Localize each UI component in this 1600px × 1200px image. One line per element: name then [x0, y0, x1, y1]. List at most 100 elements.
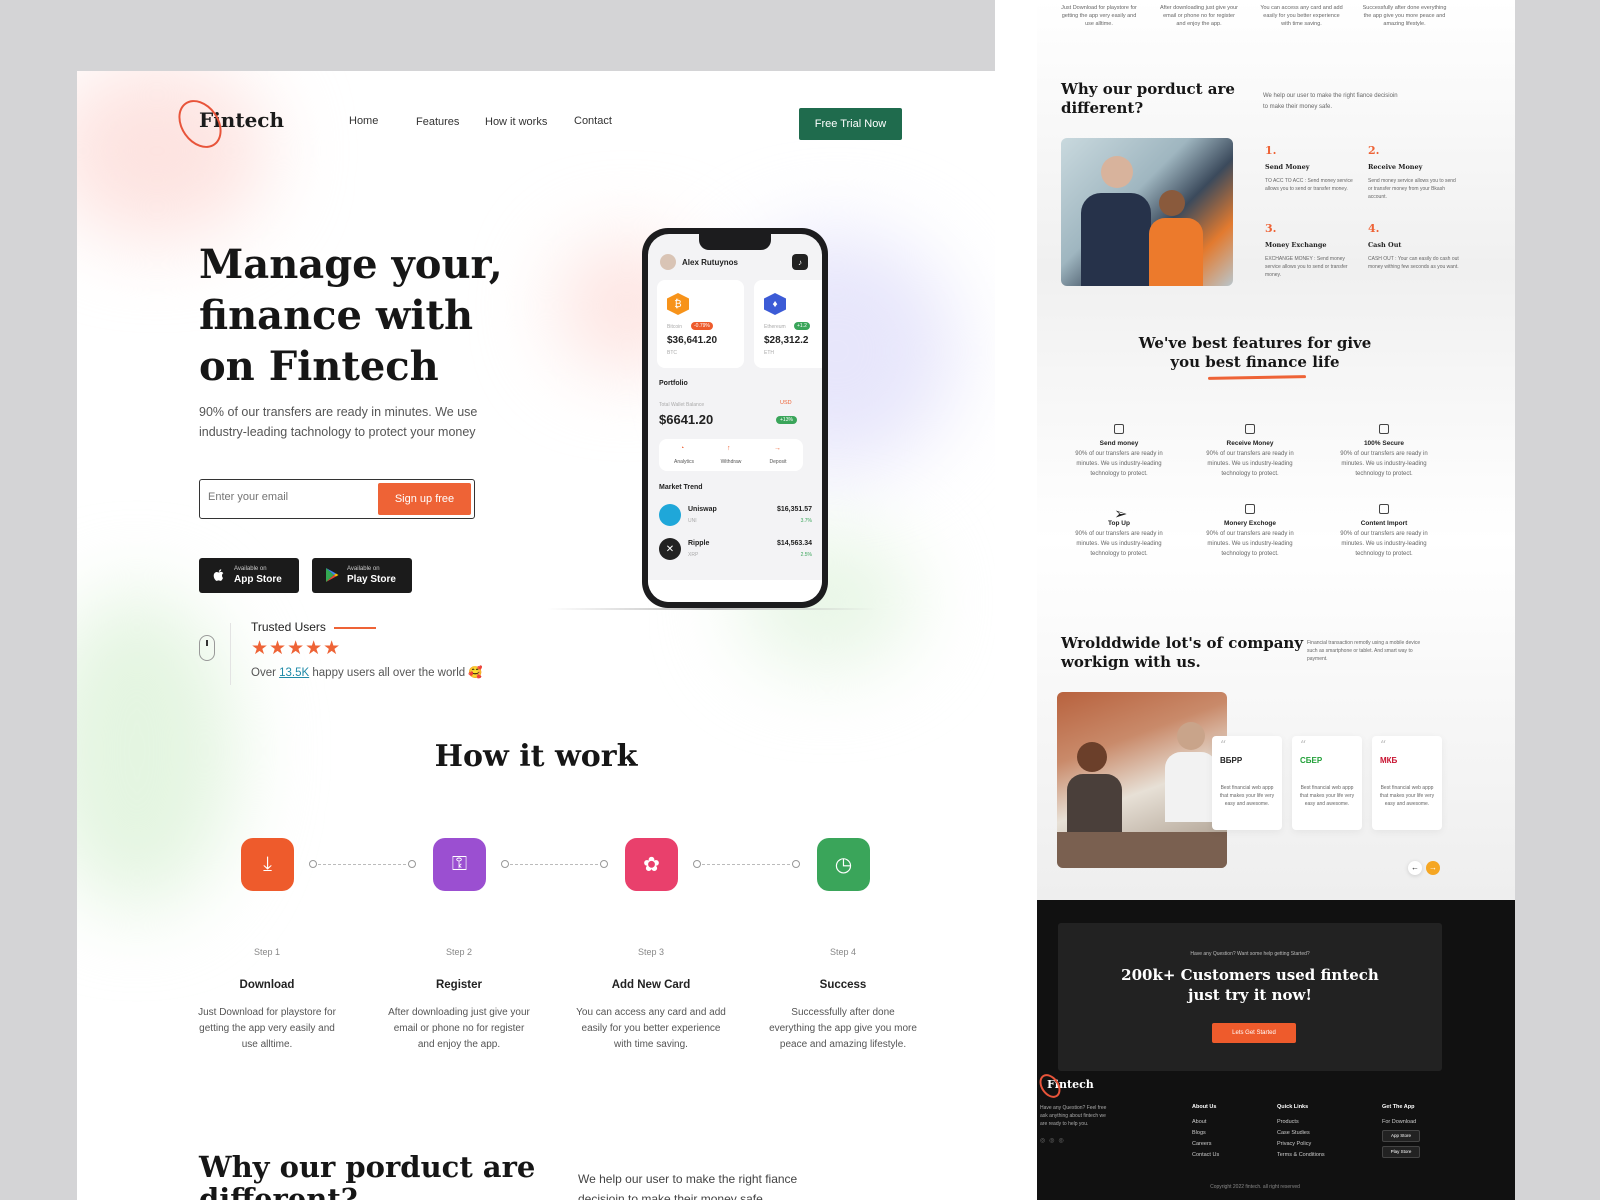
- store-caption: Available on: [347, 566, 380, 572]
- footer-link[interactable]: About: [1192, 1117, 1219, 1128]
- footer-link[interactable]: Terms & Conditions: [1277, 1150, 1325, 1161]
- worldwide-subtitle: Financial transaction remotly using a mo…: [1307, 640, 1421, 662]
- feature-receive-money: Receive Money 90% of our transfers are re…: [1195, 424, 1305, 479]
- testimonial-card[interactable]: “ ВБРР Best financial web appp that make…: [1212, 736, 1282, 830]
- deposit-icon: →: [774, 445, 781, 452]
- nav-how-it-works[interactable]: How it works: [485, 116, 547, 128]
- service-send-money: 1. Send Money TO ACC TO ACC : Send money…: [1265, 144, 1355, 193]
- cta-banner: Have any Question? Want some help gettin…: [1058, 923, 1442, 1071]
- free-trial-button[interactable]: Free Trial Now: [799, 108, 902, 140]
- uniswap-icon: [659, 504, 681, 526]
- footer-app-store-button[interactable]: App Store: [1382, 1130, 1420, 1142]
- why-subtitle: We help our user to make the right fianc…: [578, 1172, 798, 1200]
- nav-features[interactable]: Features: [416, 116, 459, 128]
- phone-tab-bar: [648, 580, 822, 602]
- service-number: 3.: [1265, 222, 1277, 235]
- footer-link[interactable]: Products: [1277, 1117, 1325, 1128]
- service-number: 1.: [1265, 144, 1277, 157]
- currency-select[interactable]: USD: [780, 400, 792, 406]
- avatar[interactable]: [660, 254, 676, 270]
- why-title-line: different?: [1061, 99, 1144, 117]
- company-logo: МКБ: [1380, 756, 1398, 765]
- footer-link[interactable]: Blogs: [1192, 1128, 1219, 1139]
- footer-link[interactable]: Contact Us: [1192, 1150, 1219, 1161]
- why-title-line: Why our porduct are: [1061, 80, 1235, 98]
- bitcoin-icon: ₿: [667, 293, 689, 315]
- footer-logo[interactable]: Fintech: [1035, 1070, 1094, 1102]
- prev-arrow-icon[interactable]: ←: [1408, 861, 1422, 875]
- rating-stars: ★★★★★: [251, 638, 342, 659]
- step-number: Step 1: [253, 947, 281, 957]
- features-title-line: We've best features for give: [1138, 334, 1372, 352]
- step-connector: [505, 864, 603, 865]
- quick-actions: Analytics Withdraw Deposit ◔ ↑ →: [659, 439, 803, 471]
- feature-title: Monery Exchoge: [1223, 520, 1276, 527]
- why-different-title: Why our porduct are different?: [199, 1151, 535, 1200]
- footer-about: Have any Question? Feel free ask anythin…: [1040, 1105, 1107, 1127]
- happy-prefix: Over: [251, 667, 276, 679]
- feature-desc: 90% of our transfers are ready in minute…: [1075, 451, 1163, 477]
- nav-contact[interactable]: Contact: [574, 115, 612, 127]
- testimonial-card[interactable]: “ СБЕР Best financial web appp that make…: [1292, 736, 1362, 830]
- coin-card-ethereum[interactable]: ♦ Ethereum +1.2 $28,312.2 ETH: [754, 280, 822, 368]
- bell-icon[interactable]: ♪: [792, 254, 808, 270]
- connector-dot: [792, 860, 800, 868]
- next-arrow-icon[interactable]: →: [1426, 861, 1440, 875]
- play-store-button[interactable]: Available on Play Store: [312, 558, 412, 593]
- cta-title-line: 200k+ Customers used fintech: [1121, 966, 1379, 984]
- action-deposit[interactable]: Deposit: [763, 459, 793, 465]
- service-receive-money: 2. Receive Money Send money service allo…: [1368, 144, 1460, 201]
- user-count[interactable]: 13.5K: [279, 667, 309, 679]
- app-store-button[interactable]: Available on App Store: [199, 558, 299, 593]
- footer-link[interactable]: Case Studies: [1277, 1128, 1325, 1139]
- landing-page-preview: Just Download for playstore for getting …: [995, 0, 1515, 1200]
- testimonial-card[interactable]: “ МКБ Best financial web appp that makes…: [1372, 736, 1442, 830]
- feature-desc: 90% of our transfers are ready in minute…: [1075, 531, 1163, 557]
- footer-link[interactable]: Careers: [1192, 1139, 1219, 1150]
- quote-icon: “: [1300, 738, 1307, 752]
- action-withdraw[interactable]: Withdraw: [716, 459, 746, 465]
- quote-icon: “: [1220, 738, 1227, 752]
- step-register: Step 2 Register After downloading just g…: [384, 947, 534, 1053]
- features-title: We've best features for give you best fi…: [1037, 334, 1473, 372]
- coin-card-bitcoin[interactable]: ₿ Bitcoin -0.79% $36,641.20 BTC: [657, 280, 744, 368]
- step-desc: You can access any card and add easily f…: [1260, 5, 1343, 27]
- coin-name: Ethereum: [764, 324, 786, 330]
- apple-icon: [213, 569, 224, 581]
- bg-blob: [77, 71, 267, 241]
- step-desc: After downloading just give your email o…: [388, 1007, 530, 1050]
- action-analytics[interactable]: Analytics: [669, 459, 699, 465]
- email-input[interactable]: [208, 491, 368, 503]
- phone-screen: Alex Rutuynos ♪ ₿ Bitcoin -0.79% $36,641…: [648, 234, 822, 602]
- get-started-button[interactable]: Lets Get Started: [1212, 1023, 1296, 1043]
- footer: Have any Question? Want some help gettin…: [1035, 900, 1515, 1200]
- service-title: Money Exchange: [1265, 241, 1327, 249]
- footer-link[interactable]: Privacy Policy: [1277, 1139, 1325, 1150]
- step-desc: You can access any card and add easily f…: [576, 1007, 726, 1050]
- signup-button[interactable]: Sign up free: [378, 483, 471, 515]
- shield-check-icon: [1379, 424, 1389, 434]
- hero-subtitle: 90% of our transfers are ready in minute…: [199, 405, 478, 439]
- trend-change: 3.7%: [800, 518, 812, 524]
- landing-page-main: Fintech Home Features How it works Conta…: [77, 71, 995, 1200]
- brand-logo[interactable]: Fintech: [169, 91, 284, 157]
- document-icon: [1379, 504, 1389, 514]
- team-photo: [1061, 138, 1233, 286]
- coin-price: $28,312.2: [764, 335, 809, 346]
- register-step-icon: ⚿: [433, 838, 486, 891]
- social-icons[interactable]: ◎◎◎: [1040, 1137, 1068, 1144]
- feature-send-money: Send money 90% of our transfers are ready…: [1064, 424, 1174, 479]
- service-number: 2.: [1368, 144, 1380, 157]
- wallet-balance: $6641.20: [659, 412, 714, 427]
- step-title: Success: [819, 979, 867, 991]
- step-number: Step 4: [829, 947, 857, 957]
- step-number: Step 2: [445, 947, 473, 957]
- send-icon: ➢: [1114, 506, 1128, 523]
- step-title: Download: [239, 979, 295, 991]
- service-cash-out: 4. Cash Out CASH OUT : Your can easily d…: [1368, 222, 1460, 271]
- footer-text: For Download: [1382, 1119, 1417, 1125]
- phone-notch: [699, 234, 771, 250]
- nav-home[interactable]: Home: [349, 115, 378, 127]
- footer-play-store-button[interactable]: Play Store: [1382, 1146, 1420, 1158]
- footer-col-title: About Us: [1192, 1104, 1217, 1110]
